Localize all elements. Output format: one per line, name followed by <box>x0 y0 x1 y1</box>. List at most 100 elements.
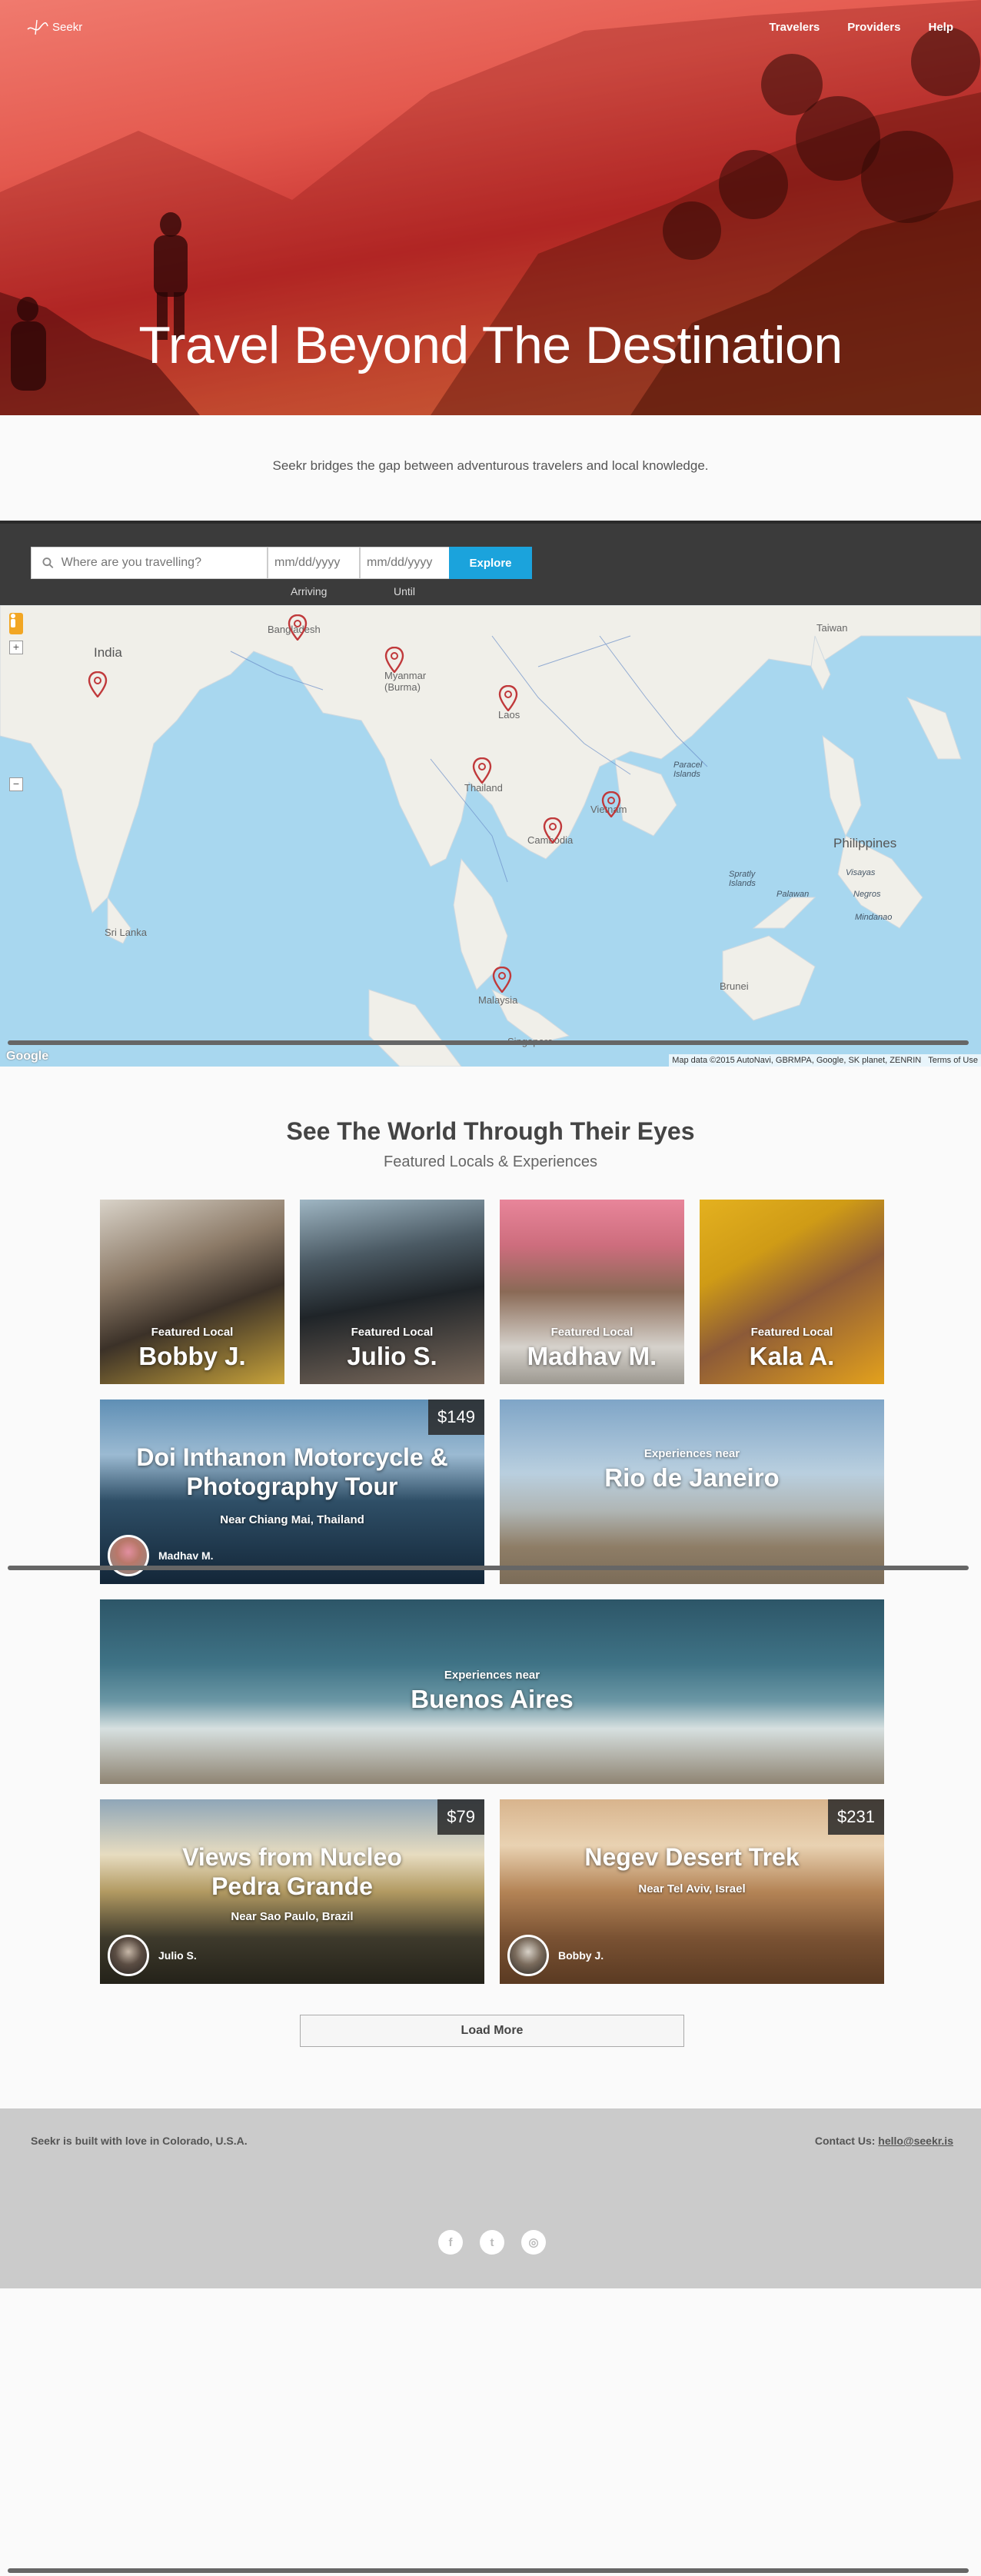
explore-button[interactable]: Explore <box>449 547 532 579</box>
map-pin-icon[interactable] <box>472 757 492 784</box>
bottom-scrollbar[interactable] <box>8 2568 969 2573</box>
experience-city: Buenos Aires <box>411 1685 574 1713</box>
experience-location: Near Tel Aviv, Israel <box>638 1882 746 1895</box>
experience-card-buenos-aires[interactable]: Experiences near Buenos Aires <box>100 1599 884 1784</box>
local-card-madhav[interactable]: Featured Local Madhav M. <box>500 1200 684 1384</box>
logo[interactable]: Seekr <box>26 18 82 35</box>
host[interactable]: Bobby J. <box>507 1935 604 1976</box>
nav-help[interactable]: Help <box>928 21 953 34</box>
map-attribution-text: Map data ©2015 AutoNavi, GBRMPA, Google,… <box>672 1056 922 1065</box>
map-pin-icon[interactable] <box>543 817 563 844</box>
search-icon <box>42 557 54 569</box>
host-name: Madhav M. <box>158 1549 214 1562</box>
destination-field[interactable] <box>31 547 268 579</box>
experience-tag: Experiences near <box>643 1447 740 1460</box>
local-tag: Featured Local <box>151 1326 234 1339</box>
map-attribution: Map data ©2015 AutoNavi, GBRMPA, Google,… <box>669 1054 981 1067</box>
local-tag: Featured Local <box>550 1326 633 1339</box>
price-badge: $149 <box>428 1399 484 1435</box>
map-label: Spratly Islands <box>729 870 756 888</box>
street-view-pegman-icon[interactable] <box>9 613 23 634</box>
map-pin-icon[interactable] <box>288 614 308 641</box>
logo-icon <box>27 19 48 35</box>
experience-location: Near Sao Paulo, Brazil <box>231 1910 354 1923</box>
map-pin-icon[interactable] <box>88 671 108 697</box>
featured-title: See The World Through Their Eyes <box>286 1117 695 1145</box>
map-label: Malaysia <box>478 994 518 1006</box>
load-more-button[interactable]: Load More <box>300 2015 684 2047</box>
map-label: India <box>94 645 122 660</box>
experience-card-pedra-grande[interactable]: $79 Views from Nucleo Pedra Grande Near … <box>100 1799 484 1984</box>
price-badge: $231 <box>828 1799 884 1835</box>
contact-email-link[interactable]: hello@seekr.is <box>878 2135 953 2147</box>
zoom-in-button[interactable]: + <box>9 641 23 654</box>
local-name: Kala A. <box>749 1342 835 1370</box>
local-card-kala[interactable]: Featured Local Kala A. <box>700 1200 884 1384</box>
arriving-date-input[interactable] <box>274 556 359 570</box>
map-label: Paracel Islands <box>673 760 703 779</box>
footer-credit: Seekr is built with love in Colorado, U.… <box>31 2135 248 2147</box>
search-bar: Explore Arriving Until <box>0 521 981 605</box>
experience-city: Rio de Janeiro <box>604 1463 780 1492</box>
experience-title: Negev Desert Trek <box>584 1843 800 1871</box>
arriving-label: Arriving <box>291 585 328 597</box>
hero-banner: Seekr Travelers Providers Help Travel Be… <box>0 0 981 415</box>
map-pin-icon[interactable] <box>492 967 512 993</box>
price-badge: $79 <box>437 1799 484 1835</box>
map-label: Myanmar (Burma) <box>384 670 427 693</box>
top-nav: Travelers Providers Help <box>769 21 953 34</box>
tagline: Seekr bridges the gap between adventurou… <box>272 458 709 473</box>
terms-link[interactable]: Terms of Use <box>928 1056 978 1065</box>
footer-contact: Contact Us: hello@seekr.is <box>815 2135 953 2147</box>
experience-tag: Experiences near <box>444 1669 540 1682</box>
local-tag: Featured Local <box>750 1326 833 1339</box>
map-label: Thailand <box>464 782 503 794</box>
nav-travelers[interactable]: Travelers <box>769 21 820 34</box>
instagram-icon[interactable]: ◎ <box>521 2230 546 2255</box>
map-label: Palawan <box>776 890 810 899</box>
map-label: Sri Lanka <box>105 927 147 938</box>
facebook-icon[interactable]: f <box>438 2230 463 2255</box>
page-scrollbar[interactable] <box>8 1566 969 1570</box>
map-label: Philippines <box>833 836 897 850</box>
map-scrollbar[interactable] <box>8 1040 969 1045</box>
map[interactable]: India Bangladesh Myanmar (Burma) Laos Th… <box>0 605 981 1067</box>
arriving-field[interactable] <box>268 547 360 579</box>
zoom-out-button[interactable]: − <box>9 777 23 791</box>
avatar <box>507 1935 549 1976</box>
social-links: f t ◎ <box>438 2230 546 2255</box>
nav-providers[interactable]: Providers <box>847 21 900 34</box>
experience-card-rio[interactable]: Experiences near Rio de Janeiro <box>500 1399 884 1584</box>
until-label: Until <box>394 585 416 597</box>
until-date-input[interactable] <box>367 556 451 570</box>
twitter-icon[interactable]: t <box>480 2230 504 2255</box>
logo-text: Seekr <box>52 20 83 34</box>
map-label: Mindanao <box>855 913 893 922</box>
destination-input[interactable] <box>61 556 267 570</box>
local-name: Madhav M. <box>527 1342 657 1370</box>
featured-subtitle: Featured Locals & Experiences <box>384 1153 597 1170</box>
google-logo: Google <box>6 1050 49 1063</box>
map-pin-icon[interactable] <box>384 647 404 673</box>
avatar <box>108 1935 149 1976</box>
experience-title: Views from Nucleo Pedra Grande <box>182 1843 402 1901</box>
map-label: Taiwan <box>816 622 848 634</box>
local-name: Bobby J. <box>138 1342 246 1370</box>
experience-card-negev[interactable]: $231 Negev Desert Trek Near Tel Aviv, Is… <box>500 1799 884 1984</box>
map-label: Brunei <box>720 980 749 992</box>
local-tag: Featured Local <box>351 1326 434 1339</box>
footer: Seekr is built with love in Colorado, U.… <box>0 2108 981 2288</box>
local-name: Julio S. <box>347 1342 437 1370</box>
hero-title: Travel Beyond The Destination <box>138 316 843 374</box>
host-name: Bobby J. <box>558 1949 604 1962</box>
map-controls: + − <box>9 613 23 791</box>
host[interactable]: Julio S. <box>108 1935 197 1976</box>
map-pin-icon[interactable] <box>498 685 518 711</box>
local-card-julio[interactable]: Featured Local Julio S. <box>300 1200 484 1384</box>
until-field[interactable] <box>360 547 452 579</box>
host-name: Julio S. <box>158 1949 197 1962</box>
local-card-bobby[interactable]: Featured Local Bobby J. <box>100 1200 284 1384</box>
contact-label: Contact Us: <box>814 2135 876 2147</box>
map-pin-icon[interactable] <box>601 791 621 817</box>
experience-card-doi-inthanon[interactable]: $149 Doi Inthanon Motorcycle & Photograp… <box>100 1399 484 1584</box>
